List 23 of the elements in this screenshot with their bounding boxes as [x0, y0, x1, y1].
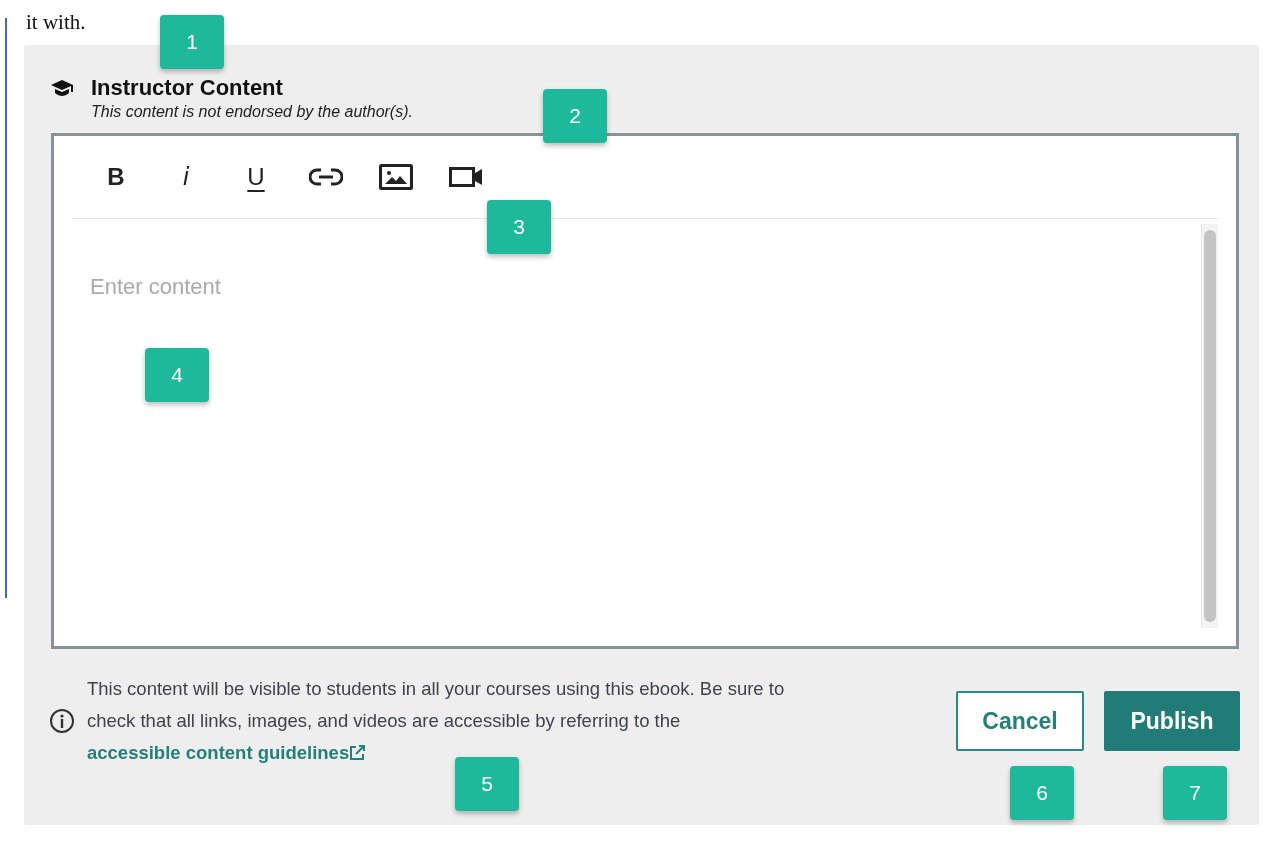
- callout-badge: 5: [455, 757, 519, 811]
- callout-badge: 7: [1163, 766, 1227, 820]
- callout-badge: 4: [145, 348, 209, 402]
- image-icon: [379, 164, 413, 190]
- video-camera-icon: [449, 166, 483, 188]
- bold-button[interactable]: B: [90, 157, 142, 197]
- link-icon: [309, 168, 343, 186]
- callout-badge: 6: [1010, 766, 1074, 820]
- callout-badge: 2: [543, 89, 607, 143]
- panel-title: Instructor Content: [91, 75, 284, 101]
- external-link-icon: [349, 744, 367, 761]
- graduation-cap-icon: [51, 79, 73, 97]
- disclaimer-text: This content is not endorsed by the author(s).: [91, 103, 413, 121]
- callout-badge: 3: [487, 200, 551, 254]
- publish-button[interactable]: Publish: [1104, 691, 1240, 751]
- scrollbar[interactable]: [1201, 224, 1218, 628]
- callout-badge: 1: [160, 15, 224, 69]
- guidelines-link[interactable]: accessible content guidelines: [87, 742, 367, 763]
- italic-button[interactable]: i: [160, 157, 212, 197]
- info-icon: [49, 708, 75, 734]
- underline-button[interactable]: U: [230, 157, 282, 197]
- body-text: it with.: [26, 10, 86, 35]
- cancel-button[interactable]: Cancel: [956, 691, 1084, 751]
